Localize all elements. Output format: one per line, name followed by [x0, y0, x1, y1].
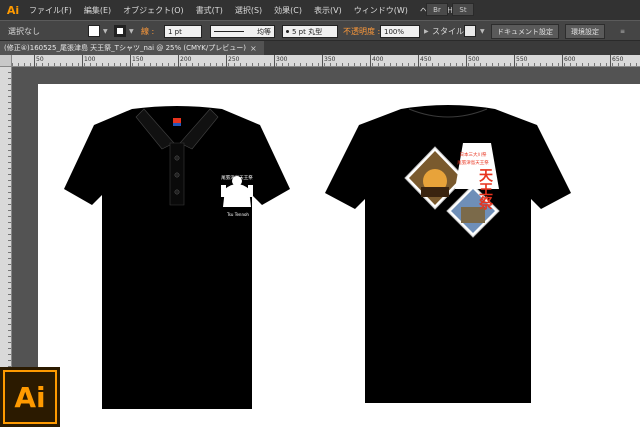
stock-button[interactable]: St: [452, 3, 474, 16]
opacity-label[interactable]: 不透明度 :: [343, 25, 380, 38]
ruler-tick-label: 250: [228, 56, 240, 63]
preferences-button[interactable]: 環境設定: [565, 24, 605, 39]
menu-view[interactable]: 表示(V): [308, 5, 348, 16]
ruler-tick-label: 200: [180, 56, 192, 63]
ruler-tick-mark: [514, 55, 515, 67]
back-print-title: 天王祭: [477, 168, 494, 211]
ruler-tick-mark: [466, 55, 467, 67]
ruler-tick-label: 650: [612, 56, 624, 63]
ruler-tick-label: 300: [276, 56, 288, 63]
front-print-caption: Tsu Tennoh: [226, 212, 249, 217]
opacity-dropdown-icon[interactable]: ▶: [422, 25, 429, 38]
close-icon[interactable]: ×: [250, 44, 257, 53]
stroke-swatch[interactable]: [114, 25, 126, 37]
opacity-field[interactable]: 100%: [380, 25, 420, 38]
style-dropdown-icon[interactable]: ▼: [478, 25, 485, 38]
ruler-tick-mark: [178, 55, 179, 67]
ruler-tick-label: 550: [516, 56, 528, 63]
stroke-profile-label: 均等: [257, 27, 271, 36]
brush-dot-icon: [286, 30, 289, 33]
document-tab-title: (修正④)160525_尾張津島 天王祭_Tシャツ_nai @ 25% (CMY…: [4, 44, 246, 52]
document-setup-button[interactable]: ドキュメント設定: [491, 24, 559, 39]
ruler-tick-mark: [34, 55, 35, 67]
style-swatch[interactable]: [464, 25, 476, 37]
ruler-tick-mark: [322, 55, 323, 67]
ruler-tick-mark: [226, 55, 227, 67]
menu-file[interactable]: ファイル(F): [23, 5, 78, 16]
ruler-tick-label: 500: [468, 56, 480, 63]
polo-shirt-front[interactable]: 尾張津島天王祭 Tsu Tennoh: [62, 103, 292, 410]
bridge-button[interactable]: Br: [426, 3, 448, 16]
ruler-tick-mark: [562, 55, 563, 67]
brush-label: 5 pt 丸型: [292, 27, 323, 36]
menu-bar: Ai ファイル(F) 編集(E) オブジェクト(O) 書式(T) 選択(S) 効…: [0, 0, 640, 20]
back-print-header-2: 尾張津島天王祭: [457, 159, 489, 166]
ruler-tick-mark: [274, 55, 275, 67]
menu-edit[interactable]: 編集(E): [78, 5, 117, 16]
app-logo: Ai: [6, 3, 20, 17]
selection-status: 選択なし: [8, 27, 40, 36]
ruler-tick-label: 450: [420, 56, 432, 63]
back-print-header-1: 日本三大川祭: [460, 151, 487, 158]
ruler-tick-mark: [370, 55, 371, 67]
menu-select[interactable]: 選択(S): [229, 5, 268, 16]
ruler-tick-label: 150: [132, 56, 144, 63]
horizontal-ruler[interactable]: 50 100 150 200 250 300 350 400 450 500 550 600 650: [12, 55, 640, 67]
front-print-script: 尾張津島天王祭: [221, 174, 253, 181]
stroke-width-field[interactable]: 1 pt: [164, 25, 202, 38]
menu-window[interactable]: ウィンドウ(W): [348, 5, 414, 16]
menu-type[interactable]: 書式(T): [190, 5, 229, 16]
tab-bar: (修正④)160525_尾張津島 天王祭_Tシャツ_nai @ 25% (CMY…: [0, 41, 640, 55]
ruler-tick-label: 100: [84, 56, 96, 63]
control-bar: 選択なし ▼ ▼ 線 : 1 pt 均等 5 pt 丸型 不透明度 : 100%…: [0, 20, 640, 41]
panel-menu-icon[interactable]: ≡: [618, 25, 625, 38]
ruler-tick-label: 50: [36, 56, 44, 63]
ruler-tick-label: 350: [324, 56, 336, 63]
ruler-tick-mark: [610, 55, 611, 67]
ruler-tick-label: 400: [372, 56, 384, 63]
illustrator-logo-text: Ai: [3, 370, 57, 424]
stroke-label[interactable]: 線 :: [141, 25, 154, 38]
ruler-tick-mark: [418, 55, 419, 67]
ruler-tick-mark: [130, 55, 131, 67]
fill-swatch[interactable]: [88, 25, 100, 37]
polo-shirt-back[interactable]: 日本三大川祭 尾張津島天王祭 天王祭: [323, 103, 573, 410]
brush-select[interactable]: 5 pt 丸型: [282, 25, 338, 38]
ruler-tick-label: 600: [564, 56, 576, 63]
menu-effect[interactable]: 効果(C): [268, 5, 308, 16]
ruler-tick-mark: [82, 55, 83, 67]
stroke-profile-select[interactable]: 均等: [210, 25, 275, 38]
stroke-profile-line-icon: [214, 31, 244, 32]
stroke-dropdown-icon[interactable]: ▼: [127, 25, 134, 38]
fill-dropdown-icon[interactable]: ▼: [101, 25, 108, 38]
document-tab[interactable]: (修正④)160525_尾張津島 天王祭_Tシャツ_nai @ 25% (CMY…: [0, 41, 264, 55]
ruler-origin[interactable]: [0, 55, 12, 67]
illustrator-logo: Ai: [0, 367, 60, 427]
menu-object[interactable]: オブジェクト(O): [117, 5, 190, 16]
